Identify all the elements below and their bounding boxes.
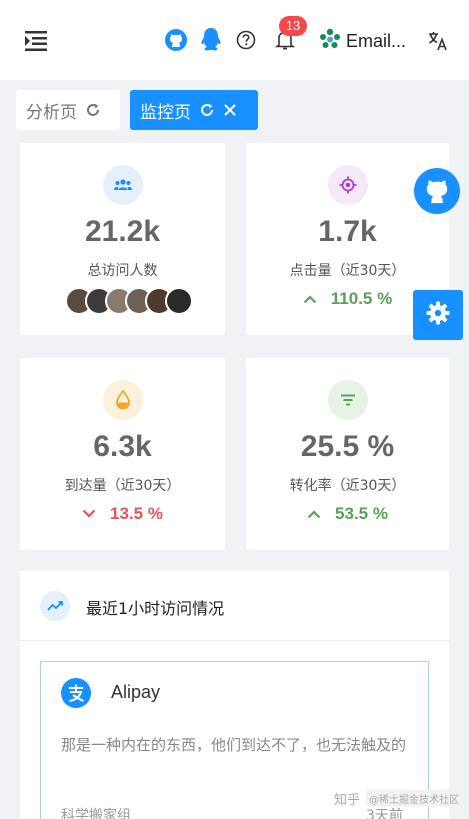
stat-label: 转化率（近30天） — [289, 478, 406, 494]
trend-value: 110.5 % — [330, 289, 393, 308]
stat-card-arrivals: 6.3k 到达量（近30天） 13.5 % — [20, 358, 225, 550]
trend-chart-icon — [40, 591, 70, 621]
stat-value: 25.5 % — [300, 430, 395, 463]
tab-analysis[interactable]: 分析页 — [16, 90, 120, 130]
panel-title: 最近1小时访问情况 — [86, 599, 225, 618]
stat-label: 到达量（近30天） — [64, 478, 181, 494]
user-name: Email... — [346, 30, 407, 51]
filter-icon — [327, 380, 368, 420]
github-icon[interactable] — [164, 28, 188, 52]
qq-icon[interactable] — [199, 27, 223, 53]
stat-label: 点击量（近30天） — [289, 263, 406, 279]
project-group: 科学搬家组 — [61, 808, 131, 819]
notification-badge: 13 — [279, 16, 307, 36]
stat-value: 21.2k — [84, 215, 161, 248]
arrow-down-icon — [82, 509, 96, 519]
gear-icon — [425, 300, 451, 330]
refresh-icon[interactable] — [199, 102, 215, 118]
watermark: 知乎 @稀土掘金技术社区 — [334, 789, 463, 808]
droplet-icon — [102, 380, 143, 420]
avatar[interactable] — [165, 287, 193, 315]
users-icon — [102, 165, 143, 205]
help-icon[interactable] — [235, 29, 257, 51]
arrow-up-icon — [307, 509, 321, 519]
recent-visits-panel: 最近1小时访问情况 Alipay 那是一种内在的东西，他们到达不了，也无法触及的… — [20, 571, 449, 819]
watermark-text: 知乎 — [334, 793, 361, 808]
user-menu[interactable]: Email... — [318, 27, 406, 55]
user-avatar-icon — [318, 27, 342, 55]
stat-card-conversion: 25.5 % 转化率（近30天） 53.5 % — [246, 358, 449, 550]
close-icon[interactable] — [223, 103, 237, 117]
tab-monitor[interactable]: 监控页 — [130, 90, 258, 130]
translate-icon[interactable] — [426, 29, 450, 53]
stat-value: 6.3k — [93, 430, 152, 463]
trend-value: 53.5 % — [335, 504, 388, 523]
project-name: Alipay — [111, 682, 161, 702]
tab-label: 分析页 — [26, 102, 77, 123]
target-icon — [327, 165, 368, 205]
avatar-group — [65, 287, 193, 315]
alipay-icon — [61, 678, 91, 708]
trend-indicator: 53.5 % — [246, 504, 449, 524]
trend-value: 13.5 % — [110, 504, 163, 523]
tab-label: 监控页 — [140, 102, 191, 123]
stat-value: 1.7k — [318, 215, 377, 248]
github-float-button[interactable] — [414, 168, 460, 214]
stat-label: 总访问人数 — [87, 263, 158, 279]
watermark-sub: @稀土掘金技术社区 — [366, 790, 463, 807]
github-icon — [420, 172, 454, 210]
refresh-icon[interactable] — [85, 102, 101, 118]
arrow-up-icon — [303, 294, 317, 304]
trend-indicator: 13.5 % — [20, 504, 225, 524]
menu-toggle-icon[interactable] — [22, 27, 50, 55]
project-description: 那是一种内在的东西，他们到达不了，也无法触及的 — [61, 736, 407, 754]
stat-card-visitors: 21.2k 总访问人数 — [20, 143, 225, 335]
settings-float-button[interactable] — [413, 290, 463, 340]
panel-header: 最近1小时访问情况 — [20, 571, 449, 641]
top-header: 13 Email... — [0, 0, 469, 80]
